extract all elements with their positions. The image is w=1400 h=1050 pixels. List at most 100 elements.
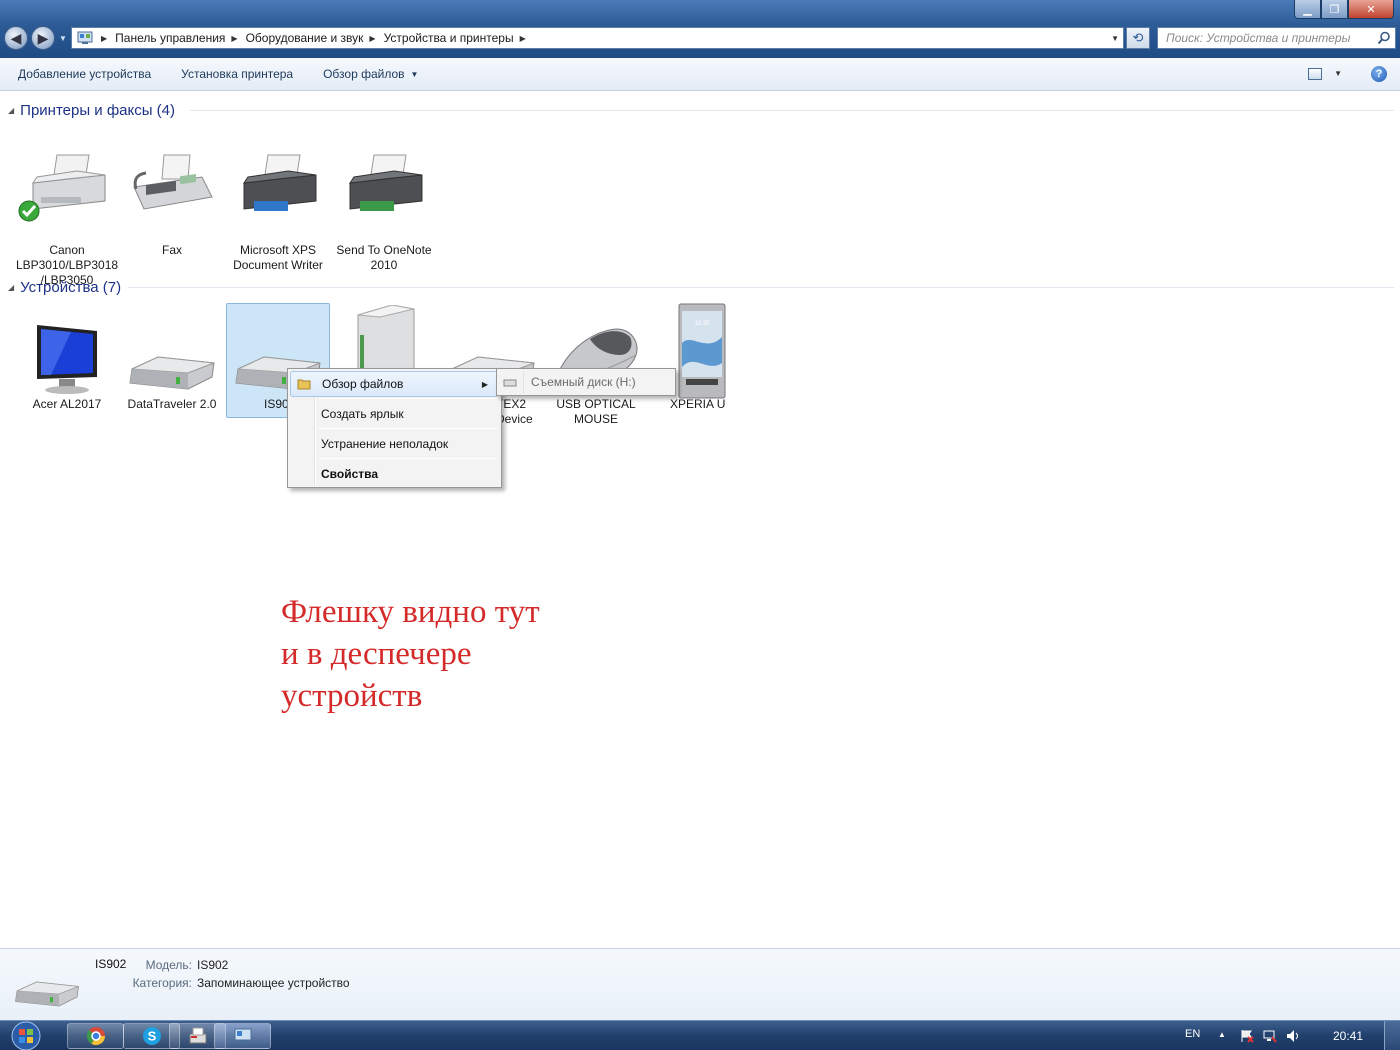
menu-separator — [318, 458, 498, 459]
arrow-right-icon: ▶ — [37, 29, 49, 46]
forward-button[interactable]: ▶ — [31, 26, 55, 50]
menu-item-create-shortcut[interactable]: Создать ярлык — [290, 401, 499, 427]
device-tile-onenote[interactable]: Send To OneNote 2010 — [332, 149, 436, 273]
printer-icon — [348, 154, 423, 211]
device-name: XPERIA U — [670, 397, 726, 411]
start-button[interactable] — [8, 1021, 44, 1050]
devices-content-area: ◢ Принтеры и факсы (4) Canon LBP3010/LBP… — [0, 91, 1400, 948]
annotation-line: и в деспечере — [281, 636, 472, 672]
view-options-icon[interactable] — [1308, 68, 1322, 80]
menu-item-label: Создать ярлык — [321, 407, 404, 421]
red-annotation-text: Флешку видно тут и в деспечере устройств — [281, 591, 601, 717]
address-bar[interactable]: ▶ Панель управления ▶ Оборудование и зву… — [71, 27, 1124, 49]
device-name: Acer AL2017 — [32, 397, 102, 411]
device-name: USB OPTICAL MOUSE — [556, 397, 636, 426]
show-hidden-icons-arrow[interactable]: ▲ — [1218, 1030, 1226, 1039]
folder-icon — [297, 379, 311, 390]
address-history-dropdown[interactable]: ▼ — [1111, 34, 1119, 43]
device-tile-datatraveler[interactable]: DataTraveler 2.0 — [120, 303, 224, 412]
view-options-dropdown[interactable]: ▼ — [1334, 69, 1342, 78]
device-name: Fax — [161, 243, 182, 257]
annotation-line: Флешку видно тут — [281, 594, 540, 630]
back-button[interactable]: ◀ — [4, 26, 28, 50]
device-name: Send To OneNote 2010 — [336, 243, 432, 272]
search-icon[interactable] — [1377, 31, 1391, 45]
breadcrumb-separator-icon[interactable]: ▶ — [231, 34, 237, 43]
window-controls: ▁ ❐ ✕ — [1294, 0, 1394, 19]
menu-item-browse-files[interactable]: Обзор файлов ▶ — [290, 371, 499, 397]
submenu-item-removable-disk[interactable]: Съемный диск (H:) — [531, 375, 636, 389]
device-tile-fax[interactable]: Fax — [120, 149, 224, 258]
menu-item-label: Обзор файлов — [322, 377, 404, 391]
details-model-label: Модель: — [145, 958, 192, 972]
search-input[interactable]: Поиск: Устройства и принтеры — [1157, 27, 1396, 49]
printer-icon — [242, 154, 317, 211]
drive-icon — [129, 356, 215, 390]
minimize-button[interactable]: ▁ — [1294, 0, 1321, 19]
volume-icon[interactable] — [1286, 1029, 1300, 1043]
monitor-icon — [37, 325, 97, 394]
arrow-left-icon: ◀ — [10, 29, 22, 46]
taskbar-devices[interactable] — [214, 1023, 271, 1049]
device-tile-monitor[interactable]: Acer AL2017 — [15, 303, 119, 412]
device-name: DataTraveler 2.0 — [127, 397, 217, 411]
close-button[interactable]: ✕ — [1348, 0, 1394, 19]
menu-item-troubleshoot[interactable]: Устранение неполадок — [290, 431, 499, 457]
show-desktop-button[interactable] — [1384, 1021, 1400, 1050]
menu-separator — [318, 398, 498, 399]
taskbar-chrome[interactable] — [67, 1023, 124, 1049]
details-pane: IS902 Модель: IS902 Категория: Запоминаю… — [0, 948, 1400, 1020]
recent-pages-dropdown[interactable]: ▼ — [59, 34, 67, 43]
add-printer-button[interactable]: Установка принтера — [166, 58, 308, 91]
group-header-devices[interactable]: ◢ Устройства (7) — [8, 277, 1394, 297]
breadcrumb-hardware-sound[interactable]: Оборудование и звук — [246, 31, 364, 45]
collapse-triangle-icon[interactable]: ◢ — [8, 106, 14, 115]
group-label: Устройства (7) — [20, 278, 122, 296]
collapse-triangle-icon[interactable]: ◢ — [8, 283, 14, 292]
chrome-icon — [86, 1027, 105, 1046]
phone-icon: 10:35 — [678, 303, 726, 399]
device-tile-canon[interactable]: Canon LBP3010/LBP3018 /LBP3050 — [15, 149, 119, 288]
svg-text:10:35: 10:35 — [694, 321, 710, 327]
skype-icon: S — [142, 1027, 161, 1045]
svg-text:S: S — [147, 1029, 156, 1044]
browse-files-button[interactable]: Обзор файлов ▼ — [308, 58, 433, 91]
context-menu: Обзор файлов ▶ Создать ярлык Устранение … — [287, 368, 502, 488]
menu-item-properties[interactable]: Свойства — [290, 461, 499, 487]
command-bar: Добавление устройства Установка принтера… — [0, 58, 1400, 91]
refresh-icon: ⟲ — [1132, 30, 1144, 45]
network-icon[interactable] — [1263, 1029, 1277, 1043]
default-checkmark-icon — [18, 200, 40, 222]
group-divider — [190, 110, 1394, 111]
search-placeholder: Поиск: Устройства и принтеры — [1166, 31, 1351, 45]
device-tile-mouse[interactable]: USB OPTICAL MOUSE — [544, 303, 648, 427]
breadcrumb-separator-icon[interactable]: ▶ — [520, 34, 526, 43]
details-model-value: IS902 — [197, 958, 229, 972]
details-category-value: Запоминающее устройство — [197, 976, 350, 990]
maximize-button[interactable]: ❐ — [1321, 0, 1348, 19]
breadcrumb-separator-icon[interactable]: ▶ — [101, 34, 107, 43]
chevron-down-icon: ▼ — [410, 69, 419, 79]
taskbar: S EN ▲ 20:41 — [0, 1020, 1400, 1050]
language-indicator[interactable]: EN — [1185, 1028, 1200, 1040]
breadcrumb-control-panel[interactable]: Панель управления — [115, 31, 225, 45]
browse-files-label: Обзор файлов — [323, 67, 405, 81]
menu-item-label: Устранение неполадок — [321, 437, 449, 451]
breadcrumb-devices-printers[interactable]: Устройства и принтеры — [384, 31, 514, 45]
breadcrumb-separator-icon[interactable]: ▶ — [369, 34, 375, 43]
add-device-button[interactable]: Добавление устройства — [0, 58, 166, 91]
removable-disk-icon — [503, 379, 517, 387]
device-tile-xps[interactable]: Microsoft XPS Document Writer — [226, 149, 330, 273]
refresh-button[interactable]: ⟲ — [1126, 27, 1150, 49]
group-header-printers[interactable]: ◢ Принтеры и факсы (4) — [8, 100, 1394, 120]
submenu-arrow-icon: ▶ — [481, 380, 488, 389]
fax-icon — [133, 154, 213, 210]
control-panel-icon — [77, 31, 93, 44]
group-divider — [128, 287, 1394, 288]
help-icon[interactable]: ? — [1371, 66, 1387, 82]
action-center-flag-icon[interactable] — [1240, 1029, 1254, 1043]
clock[interactable]: 20:41 — [1333, 1029, 1363, 1043]
details-device-name: IS902 — [95, 957, 127, 971]
menu-separator — [318, 428, 498, 429]
drive-icon — [15, 981, 79, 1007]
